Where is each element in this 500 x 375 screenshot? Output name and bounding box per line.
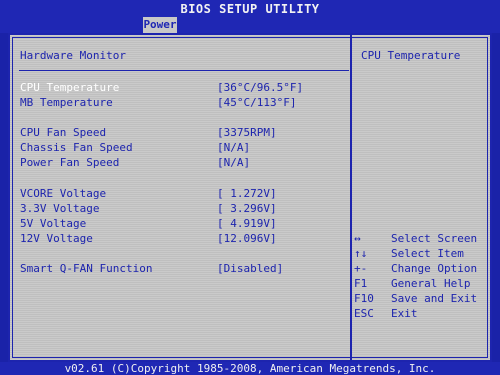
help-desc: Exit (391, 307, 418, 320)
setting-value: [Disabled] (217, 262, 284, 275)
setting-value: [36°C/96.5°F] (217, 81, 304, 94)
setting-value: [ 1.272V] (217, 187, 277, 200)
setting-label: Power Fan Speed (20, 156, 120, 169)
help-desc: Select Item (391, 247, 464, 260)
panel-divider (350, 35, 352, 360)
setting-row-5v-voltage[interactable]: 5V Voltage [ 4.919V] (20, 217, 346, 231)
key-left-right-icon: ↔ (354, 232, 361, 245)
setting-label: MB Temperature (20, 96, 113, 109)
heading-underline (19, 70, 349, 71)
setting-label: Smart Q-FAN Function (20, 262, 153, 275)
setting-value: [12.096V] (217, 232, 277, 245)
setting-label: 12V Voltage (20, 232, 93, 245)
setting-label: 3.3V Voltage (20, 202, 100, 215)
help-heading: CPU Temperature (361, 49, 461, 62)
setting-value: [N/A] (217, 156, 251, 169)
key-up-down-icon: ↑↓ (354, 247, 368, 260)
setting-row-chassis-fan-speed[interactable]: Chassis Fan Speed [N/A] (20, 141, 346, 155)
setting-value: [ 3.296V] (217, 202, 277, 215)
help-row-general-help: F1 General Help (354, 277, 490, 291)
help-desc: Save and Exit (391, 292, 478, 305)
help-desc: Change Option (391, 262, 478, 275)
tab-power[interactable]: Power (143, 17, 177, 33)
setting-label: CPU Temperature (20, 81, 120, 94)
key-esc: ESC (354, 307, 374, 320)
bios-title: BIOS SETUP UTILITY (180, 2, 320, 16)
setting-label: VCORE Voltage (20, 187, 107, 200)
setting-label: Chassis Fan Speed (20, 141, 133, 154)
help-row-change-option: +- Change Option (354, 262, 490, 276)
setting-value: [N/A] (217, 141, 251, 154)
setting-row-12v-voltage[interactable]: 12V Voltage [12.096V] (20, 232, 346, 246)
key-f10: F10 (354, 292, 374, 305)
setting-label: 5V Voltage (20, 217, 87, 230)
setting-value: [3375RPM] (217, 126, 277, 139)
setting-row-mb-temperature[interactable]: MB Temperature [45°C/113°F] (20, 96, 346, 110)
setting-row-power-fan-speed[interactable]: Power Fan Speed [N/A] (20, 156, 346, 170)
help-row-select-screen: ↔ Select Screen (354, 232, 490, 246)
setting-row-cpu-fan-speed[interactable]: CPU Fan Speed [3375RPM] (20, 126, 346, 140)
setting-row-smart-q-fan[interactable]: Smart Q-FAN Function [Disabled] (20, 262, 346, 276)
setting-row-vcore-voltage[interactable]: VCORE Voltage [ 1.272V] (20, 187, 346, 201)
help-desc: General Help (391, 277, 471, 290)
help-row-select-item: ↑↓ Select Item (354, 247, 490, 261)
key-f1: F1 (354, 277, 368, 290)
key-plus-minus: +- (354, 262, 368, 275)
setting-value: [ 4.919V] (217, 217, 277, 230)
main-panel: Hardware Monitor CPU Temperature [36°C/9… (8, 33, 492, 362)
setting-value: [45°C/113°F] (217, 96, 297, 109)
help-row-save-exit: F10 Save and Exit (354, 292, 490, 306)
help-desc: Select Screen (391, 232, 478, 245)
help-row-exit: ESC Exit (354, 307, 490, 321)
setting-label: CPU Fan Speed (20, 126, 107, 139)
setting-row-3v3-voltage[interactable]: 3.3V Voltage [ 3.296V] (20, 202, 346, 216)
copyright-footer: v02.61 (C)Copyright 1985-2008, American … (0, 362, 500, 375)
setting-row-cpu-temperature[interactable]: CPU Temperature [36°C/96.5°F] (20, 81, 346, 95)
title-bar: BIOS SETUP UTILITY Power (0, 0, 500, 33)
section-heading: Hardware Monitor (20, 49, 126, 62)
